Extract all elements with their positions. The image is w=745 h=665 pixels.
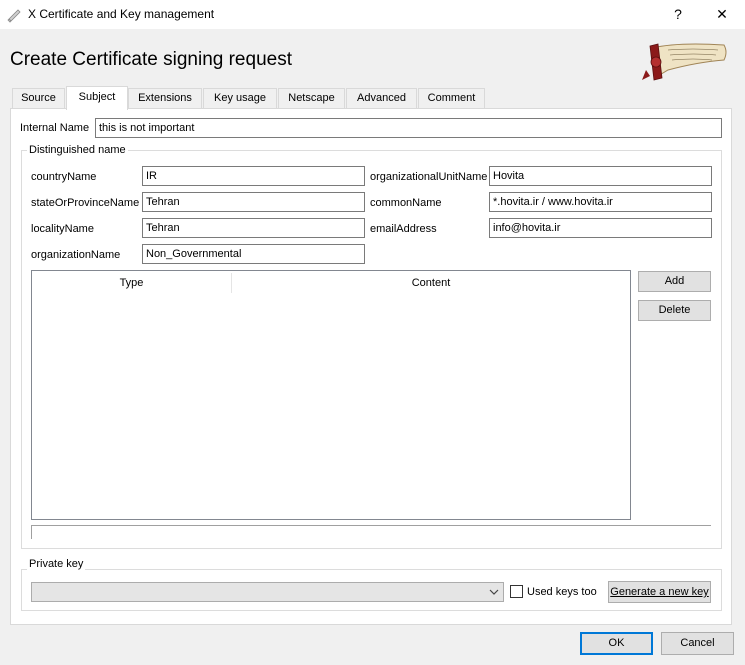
close-button[interactable]: ✕: [700, 0, 744, 29]
tab-netscape[interactable]: Netscape: [278, 88, 345, 108]
private-key-select[interactable]: [31, 582, 504, 602]
window-title: X Certificate and Key management: [28, 7, 215, 21]
locality-name-label: localityName: [31, 223, 94, 235]
internal-name-input[interactable]: this is not important: [95, 118, 722, 138]
country-name-input[interactable]: IR: [142, 166, 365, 186]
cancel-button[interactable]: Cancel: [661, 632, 734, 655]
internal-name-label: Internal Name: [20, 122, 90, 134]
email-address-input[interactable]: info@hovita.ir: [489, 218, 712, 238]
country-name-label: countryName: [31, 171, 97, 183]
help-button[interactable]: ?: [656, 0, 700, 29]
chevron-down-icon: [489, 589, 499, 595]
tab-advanced[interactable]: Advanced: [346, 88, 417, 108]
title-bar: X Certificate and Key management ? ✕: [0, 0, 745, 29]
used-keys-checkbox[interactable]: [510, 585, 523, 598]
column-header-type[interactable]: Type: [32, 272, 231, 294]
private-key-title: Private key: [27, 558, 86, 570]
tab-subject[interactable]: Subject: [66, 86, 128, 110]
add-button[interactable]: Add: [638, 271, 711, 292]
org-unit-name-label: organizationalUnitName: [370, 171, 488, 183]
state-or-province-label: stateOrProvinceName: [31, 197, 140, 209]
logo-scroll-icon: [642, 43, 727, 81]
org-unit-name-input[interactable]: Hovita: [489, 166, 712, 186]
dn-entries-table[interactable]: [31, 270, 631, 520]
tab-extensions[interactable]: Extensions: [128, 88, 202, 108]
email-address-label: emailAddress: [370, 223, 437, 235]
common-name-label: commonName: [370, 197, 442, 209]
delete-button[interactable]: Delete: [638, 300, 711, 321]
column-header-content[interactable]: Content: [232, 272, 630, 294]
common-name-input[interactable]: *.hovita.ir / www.hovita.ir: [489, 192, 712, 212]
generate-new-key-button[interactable]: Generate a new key: [608, 581, 711, 603]
state-or-province-input[interactable]: Tehran: [142, 192, 365, 212]
organization-name-label: organizationName: [31, 249, 121, 261]
tab-key-usage[interactable]: Key usage: [203, 88, 277, 108]
app-icon: [7, 9, 21, 23]
organization-name-input[interactable]: Non_Governmental: [142, 244, 365, 264]
tab-comment[interactable]: Comment: [418, 88, 485, 108]
separator-line: [31, 525, 711, 539]
used-keys-label[interactable]: Used keys too: [527, 586, 597, 598]
ok-button[interactable]: OK: [580, 632, 653, 655]
tab-source[interactable]: Source: [12, 88, 65, 108]
page-title: Create Certificate signing request: [10, 49, 292, 70]
distinguished-name-title: Distinguished name: [27, 144, 128, 156]
locality-name-input[interactable]: Tehran: [142, 218, 365, 238]
